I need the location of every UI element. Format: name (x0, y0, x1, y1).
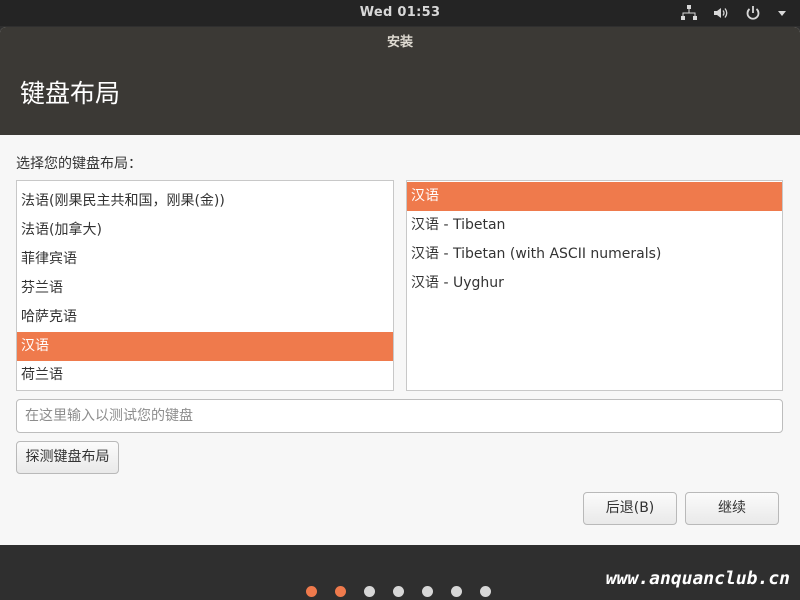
progress-dot (480, 586, 491, 597)
progress-dot (335, 586, 346, 597)
layout-list[interactable]: 法语(刚果民主共和国，刚果(金)) 法语(加拿大) 菲律宾语 芬兰语 哈萨克语 汉语 荷兰语 (16, 180, 394, 391)
installer-window: 安装 键盘布局 选择您的键盘布局： 法语(刚果民主共和国，刚果(金)) 法语(加拿… (0, 27, 800, 545)
progress-indicator (306, 586, 491, 597)
chevron-down-icon[interactable] (776, 4, 788, 22)
page-title: 键盘布局 (0, 59, 800, 135)
progress-dot (306, 586, 317, 597)
window-title: 安装 (0, 27, 800, 59)
list-item[interactable]: 菲律宾语 (17, 245, 393, 274)
continue-button[interactable]: 继续 (685, 492, 779, 525)
top-panel: Wed 01:53 (0, 0, 800, 26)
progress-dot (422, 586, 433, 597)
variant-list[interactable]: 汉语 汉语 - Tibetan 汉语 - Tibetan (with ASCII n… (406, 180, 783, 391)
network-icon[interactable] (680, 4, 698, 22)
list-item[interactable]: 芬兰语 (17, 274, 393, 303)
list-item[interactable]: 汉语 (17, 332, 393, 361)
keyboard-test-input[interactable] (16, 399, 783, 433)
progress-dot (393, 586, 404, 597)
power-icon[interactable] (744, 4, 762, 22)
list-item[interactable]: 法语(刚果民主共和国，刚果(金)) (17, 187, 393, 216)
detect-layout-button[interactable]: 探测键盘布局 (16, 441, 119, 474)
list-item[interactable]: 汉语 - Tibetan (with ASCII numerals) (407, 240, 782, 269)
list-item[interactable]: 汉语 (407, 182, 782, 211)
main-content: 选择您的键盘布局： 法语(刚果民主共和国，刚果(金)) 法语(加拿大) 菲律宾语 芬兰… (0, 135, 800, 545)
list-item[interactable]: 荷兰语 (17, 361, 393, 390)
list-item[interactable]: 汉语 - Tibetan (407, 211, 782, 240)
layout-prompt-label: 选择您的键盘布局： (16, 156, 142, 172)
list-item[interactable]: 法语(加拿大) (17, 216, 393, 245)
progress-dot (364, 586, 375, 597)
volume-icon[interactable] (712, 4, 730, 22)
list-item[interactable]: 汉语 - Uyghur (407, 269, 782, 298)
system-tray[interactable] (680, 4, 788, 22)
list-item[interactable]: 哈萨克语 (17, 303, 393, 332)
watermark-text: www.anquanclub.cn (605, 568, 790, 589)
back-button[interactable]: 后退(B) (583, 492, 677, 525)
progress-dot (451, 586, 462, 597)
